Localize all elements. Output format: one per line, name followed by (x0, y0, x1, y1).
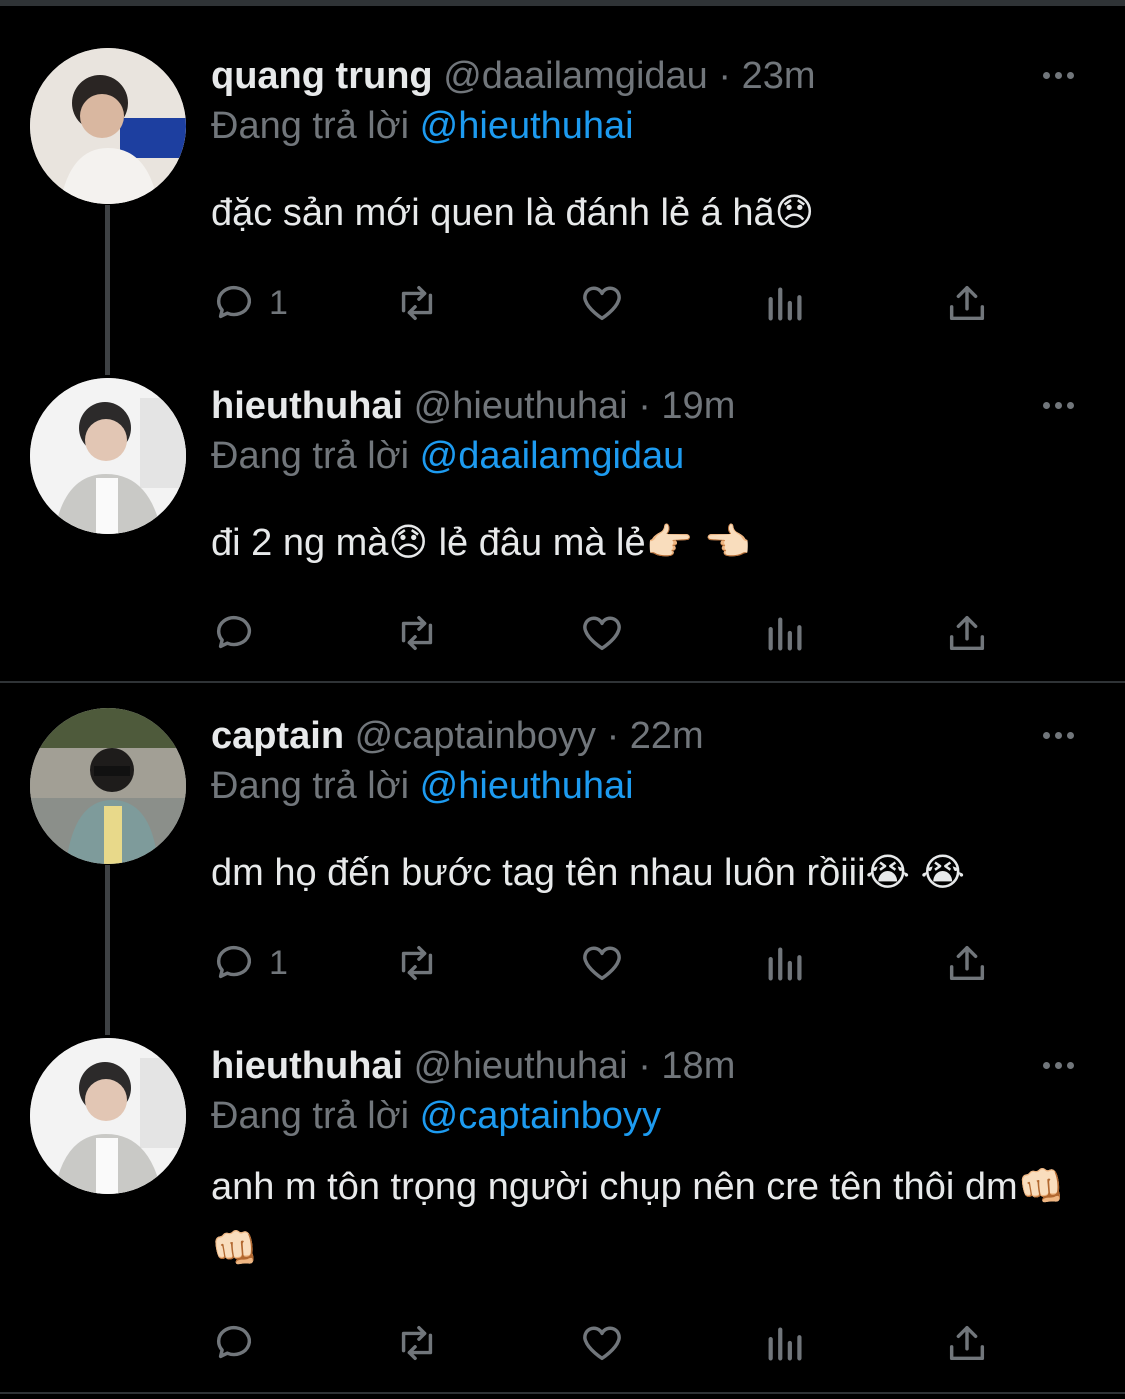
tweet[interactable]: captain @captainboyy · 22m Đang trả lời … (0, 708, 1125, 1008)
analytics-icon (768, 287, 802, 321)
mention-link[interactable]: @hieuthuhai (420, 105, 634, 147)
retweet-icon (401, 1325, 433, 1361)
reply-icon (216, 1325, 252, 1359)
like-icon (583, 616, 621, 651)
retweet-button[interactable] (394, 278, 440, 328)
like-button[interactable] (579, 278, 625, 328)
separator: · (638, 1045, 651, 1087)
analytics-button[interactable] (763, 608, 809, 658)
like-button[interactable] (579, 938, 625, 988)
more-icon[interactable] (1043, 1056, 1081, 1076)
tweet-text: đặc sản mới quen là đánh lẻ á hã😞 (211, 192, 815, 234)
share-icon (949, 1325, 985, 1361)
analytics-icon (768, 617, 802, 651)
action-bar (211, 1318, 991, 1368)
retweet-button[interactable] (394, 1318, 440, 1368)
tweet-header: hieuthuhai @hieuthuhai · 18m (211, 1038, 735, 1094)
reply-button[interactable]: 1 (211, 278, 288, 328)
share-icon (949, 285, 985, 321)
retweet-icon (401, 615, 433, 651)
reply-button[interactable] (211, 608, 269, 658)
display-name[interactable]: captain (211, 715, 344, 757)
share-button[interactable] (944, 278, 990, 328)
more-icon[interactable] (1043, 726, 1081, 746)
bottom-divider (0, 1392, 1125, 1394)
like-button[interactable] (579, 608, 625, 658)
tweet-header: hieuthuhai @hieuthuhai · 19m (211, 378, 735, 434)
action-bar: 1 (211, 278, 991, 328)
top-divider (0, 0, 1125, 6)
mention-link[interactable]: @captainboyy (420, 1095, 661, 1137)
reply-prefix: Đang trả lời (211, 765, 410, 807)
separator: · (718, 55, 732, 97)
user-handle[interactable]: @captainboyy (355, 715, 596, 757)
tweet-header: captain @captainboyy · 22m (211, 708, 704, 764)
reply-button[interactable]: 1 (211, 938, 288, 988)
user-handle[interactable]: @daailamgidau (443, 55, 708, 97)
reply-count: 1 (269, 283, 288, 322)
reply-prefix: Đang trả lời (211, 105, 410, 147)
like-icon (583, 286, 621, 321)
user-handle[interactable]: @hieuthuhai (414, 385, 628, 427)
mention-link[interactable]: @hieuthuhai (420, 765, 634, 807)
more-icon[interactable] (1043, 66, 1081, 86)
tweet[interactable]: quang trung @daailamgidau · 23m Đang trả… (0, 48, 1125, 348)
display-name[interactable]: hieuthuhai (211, 1045, 403, 1087)
analytics-icon (768, 947, 802, 981)
more-icon[interactable] (1043, 396, 1081, 416)
reply-context: Đang trả lời @hieuthuhai (211, 98, 634, 154)
reply-context: Đang trả lời @captainboyy (211, 1088, 661, 1144)
timestamp[interactable]: 22m (630, 715, 704, 757)
analytics-button[interactable] (763, 278, 809, 328)
reply-context: Đang trả lời @daailamgidau (211, 428, 684, 484)
action-bar: 1 (211, 938, 991, 988)
separator: · (606, 715, 620, 757)
timestamp[interactable]: 23m (742, 55, 816, 97)
tweet[interactable]: hieuthuhai @hieuthuhai · 18m Đang trả lờ… (0, 1038, 1125, 1378)
tweet[interactable]: hieuthuhai @hieuthuhai · 19m Đang trả lờ… (0, 378, 1125, 678)
user-handle[interactable]: @hieuthuhai (414, 1045, 628, 1087)
tweet-header: quang trung @daailamgidau · 23m (211, 48, 816, 104)
tweet-text: dm họ đến bước tag tên nhau luôn rồiii😭 … (211, 852, 965, 894)
tweet-text: đi 2 ng mà😞 lẻ đâu mà lẻ👉🏻 👈🏻 (211, 522, 751, 564)
like-button[interactable] (579, 1318, 625, 1368)
analytics-button[interactable] (763, 938, 809, 988)
share-button[interactable] (944, 1318, 990, 1368)
reply-prefix: Đang trả lời (211, 1095, 410, 1137)
retweet-button[interactable] (394, 938, 440, 988)
analytics-button[interactable] (763, 1318, 809, 1368)
action-bar (211, 608, 991, 658)
retweet-button[interactable] (394, 608, 440, 658)
analytics-icon (768, 1327, 802, 1361)
share-button[interactable] (944, 938, 990, 988)
avatar[interactable] (30, 48, 186, 204)
retweet-icon (401, 285, 433, 321)
avatar[interactable] (30, 708, 186, 864)
avatar[interactable] (30, 1038, 186, 1194)
reply-button[interactable] (211, 1318, 269, 1368)
like-icon (583, 1326, 621, 1361)
tweet-text: anh m tôn trọng người chụp nên cre tên t… (211, 1166, 1065, 1270)
thread-divider (0, 681, 1125, 683)
retweet-icon (401, 945, 433, 981)
reply-context: Đang trả lời @hieuthuhai (211, 758, 634, 814)
share-icon (949, 945, 985, 981)
separator: · (638, 385, 651, 427)
timestamp[interactable]: 19m (661, 385, 735, 427)
avatar[interactable] (30, 378, 186, 534)
reply-icon (216, 945, 252, 979)
like-icon (583, 946, 621, 981)
reply-prefix: Đang trả lời (211, 435, 410, 477)
reply-icon (216, 285, 252, 319)
reply-icon (216, 615, 252, 649)
mention-link[interactable]: @daailamgidau (420, 435, 685, 477)
reply-count: 1 (269, 943, 288, 982)
timestamp[interactable]: 18m (661, 1045, 735, 1087)
display-name[interactable]: quang trung (211, 55, 433, 97)
display-name[interactable]: hieuthuhai (211, 385, 403, 427)
share-icon (949, 615, 985, 651)
share-button[interactable] (944, 608, 990, 658)
